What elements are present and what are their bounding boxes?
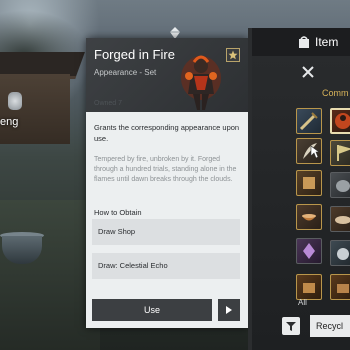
armor-set-icon — [335, 113, 350, 129]
star-icon — [228, 50, 238, 60]
use-button[interactable]: Use — [92, 299, 212, 321]
obtain-source-draw-shop[interactable]: Draw Shop — [92, 219, 240, 245]
flag-icon — [337, 145, 350, 161]
obtain-source-celestial-echo[interactable]: Draw: Celestial Echo — [92, 253, 240, 279]
stone-icon — [336, 180, 350, 192]
chest-icon — [337, 284, 349, 293]
pouch-icon — [337, 248, 349, 260]
inventory-slot[interactable] — [296, 238, 322, 264]
gem-icon — [303, 243, 315, 259]
tab-common[interactable]: Comm — [322, 88, 349, 98]
scroll-icon — [303, 177, 315, 189]
inventory-slot[interactable] — [330, 274, 350, 300]
inventory-slot[interactable] — [296, 170, 322, 196]
owned-count: Owned 7 — [94, 100, 123, 107]
inventory-slot[interactable] — [296, 108, 322, 134]
item-detail-popup: Forged in Fire Appearance - Set Owned 7 … — [86, 38, 248, 328]
play-icon — [226, 306, 232, 314]
lantern — [8, 92, 22, 110]
armor-set-art — [181, 55, 221, 110]
more-options-button[interactable] — [218, 299, 240, 321]
obtain-source-label: Draw Shop — [98, 227, 136, 236]
npc-name-label[interactable]: eng — [0, 116, 18, 128]
inventory-header: Item — [252, 28, 350, 56]
bag-icon — [299, 36, 309, 48]
obtain-source-label: Draw: Celestial Echo — [98, 261, 168, 270]
box-icon — [303, 283, 315, 293]
inventory-slot[interactable] — [296, 274, 322, 300]
inventory-panel: Item Comm All Recycl — [252, 28, 350, 350]
close-icon[interactable] — [302, 66, 314, 78]
how-to-obtain-label: How to Obtain — [94, 208, 142, 217]
bowl-icon — [302, 214, 316, 221]
sword-icon — [299, 112, 318, 131]
filter-icon — [286, 322, 296, 331]
inventory-slot[interactable] — [330, 206, 350, 232]
item-title: Forged in Fire — [94, 47, 175, 62]
inventory-slot[interactable] — [330, 140, 350, 166]
inventory-title: Item — [315, 35, 339, 49]
cursor-icon — [310, 145, 320, 159]
favorite-button[interactable] — [226, 48, 240, 62]
filter-all-label[interactable]: All — [298, 298, 307, 307]
inventory-slot[interactable] — [330, 240, 350, 266]
item-lore: Tempered by fire, unbroken by it. Forged… — [94, 156, 237, 183]
ground — [0, 200, 100, 350]
dish-icon — [335, 216, 350, 224]
item-type: Appearance - Set — [94, 68, 157, 77]
inventory-slot[interactable] — [330, 172, 350, 198]
recycle-button[interactable]: Recycl — [310, 315, 350, 337]
filter-button[interactable] — [282, 317, 300, 335]
inventory-slot-selected[interactable] — [330, 108, 350, 134]
item-description: Grants the corresponding appearance upon… — [94, 123, 240, 143]
inventory-slot[interactable] — [296, 204, 322, 230]
